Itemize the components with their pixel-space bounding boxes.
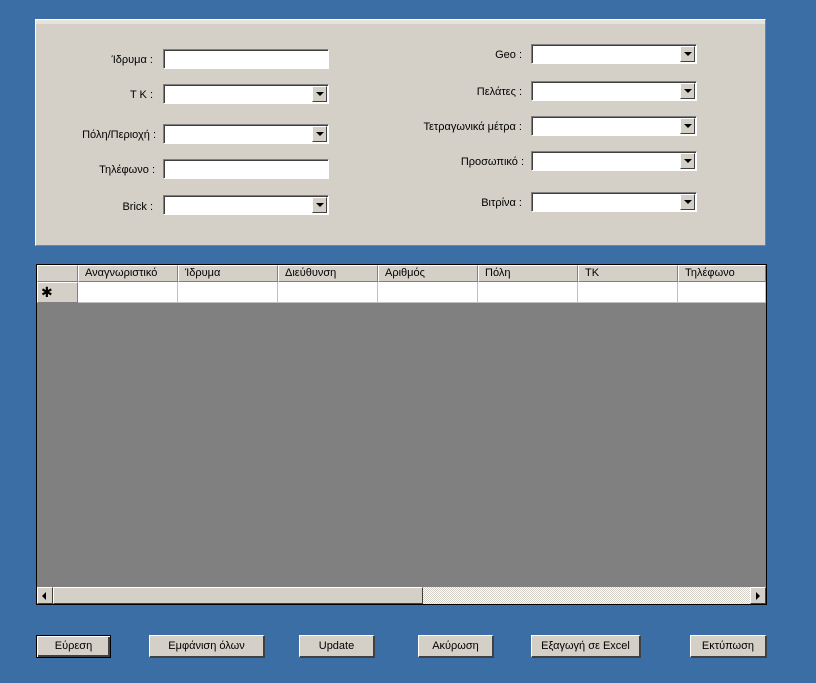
label-tk: T K : — [129, 89, 153, 101]
chevron-down-icon[interactable] — [680, 83, 695, 99]
prosopiko-combo[interactable] — [531, 151, 697, 171]
column-header[interactable]: Αναγνωριστικό — [78, 265, 178, 282]
horizontal-scrollbar[interactable] — [37, 587, 766, 604]
grid-cell[interactable] — [478, 282, 578, 303]
label-tetragonika: Τετραγωνικά μέτρα : — [423, 121, 522, 133]
grid-cell[interactable] — [78, 282, 178, 303]
tk-combo[interactable] — [163, 84, 329, 104]
grid-cell[interactable] — [278, 282, 378, 303]
chevron-down-icon[interactable] — [680, 194, 695, 210]
column-header[interactable]: Αριθμός — [378, 265, 478, 282]
chevron-down-icon[interactable] — [312, 197, 327, 213]
chevron-down-icon[interactable] — [312, 86, 327, 102]
label-idryma: Ίδρυμα : — [111, 54, 153, 66]
label-pelates: Πελάτες : — [476, 86, 522, 98]
table-row-new[interactable]: ✱ — [37, 282, 766, 303]
grid-cell[interactable] — [678, 282, 766, 303]
pelates-combo[interactable] — [531, 81, 697, 101]
cancel-button[interactable]: Ακύρωση — [418, 635, 494, 658]
row-selector-header[interactable] — [37, 265, 78, 282]
label-geo: Geo : — [495, 49, 522, 61]
print-button[interactable]: Εκτύπωση — [690, 635, 767, 658]
grid-cell[interactable] — [178, 282, 278, 303]
column-header[interactable]: ΤΚ — [578, 265, 678, 282]
column-header[interactable]: Πόλη — [478, 265, 578, 282]
scroll-right-icon[interactable] — [750, 587, 766, 604]
grid-cell[interactable] — [378, 282, 478, 303]
geo-combo[interactable] — [531, 44, 697, 64]
chevron-down-icon[interactable] — [680, 46, 695, 62]
tetragonika-combo[interactable] — [531, 116, 697, 136]
vitrina-combo[interactable] — [531, 192, 697, 212]
label-prosopiko: Προσωπικό : — [460, 156, 524, 168]
show-all-button[interactable]: Εμφάνιση όλων — [149, 635, 265, 658]
label-poli: Πόλη/Περιοχή : — [82, 129, 156, 141]
tilefono-input[interactable] — [163, 159, 329, 179]
search-form-panel: Ίδρυμα : T K : Πόλη/Περιοχή : Τηλέφωνο :… — [35, 19, 766, 246]
idryma-input[interactable] — [163, 49, 329, 69]
scroll-left-icon[interactable] — [37, 587, 53, 604]
poli-combo[interactable] — [163, 124, 329, 144]
results-grid[interactable]: Αναγνωριστικό Ίδρυμα Διεύθυνση Αριθμός Π… — [36, 264, 767, 605]
label-tilefono: Τηλέφωνο : — [99, 164, 155, 176]
new-row-icon[interactable]: ✱ — [37, 282, 78, 303]
chevron-down-icon[interactable] — [680, 153, 695, 169]
brick-combo[interactable] — [163, 195, 329, 215]
chevron-down-icon[interactable] — [680, 118, 695, 134]
label-vitrina: Βιτρίνα : — [481, 197, 522, 209]
label-brick: Brick : — [122, 201, 153, 213]
scrollbar-thumb[interactable] — [53, 587, 423, 604]
column-header[interactable]: Διεύθυνση — [278, 265, 378, 282]
find-button[interactable]: Εύρεση — [36, 635, 111, 658]
column-header[interactable]: Τηλέφωνο — [678, 265, 766, 282]
update-button[interactable]: Update — [299, 635, 375, 658]
grid-cell[interactable] — [578, 282, 678, 303]
chevron-down-icon[interactable] — [312, 126, 327, 142]
grid-header: Αναγνωριστικό Ίδρυμα Διεύθυνση Αριθμός Π… — [37, 265, 766, 282]
column-header[interactable]: Ίδρυμα — [178, 265, 278, 282]
export-excel-button[interactable]: Εξαγωγή σε Excel — [531, 635, 641, 658]
